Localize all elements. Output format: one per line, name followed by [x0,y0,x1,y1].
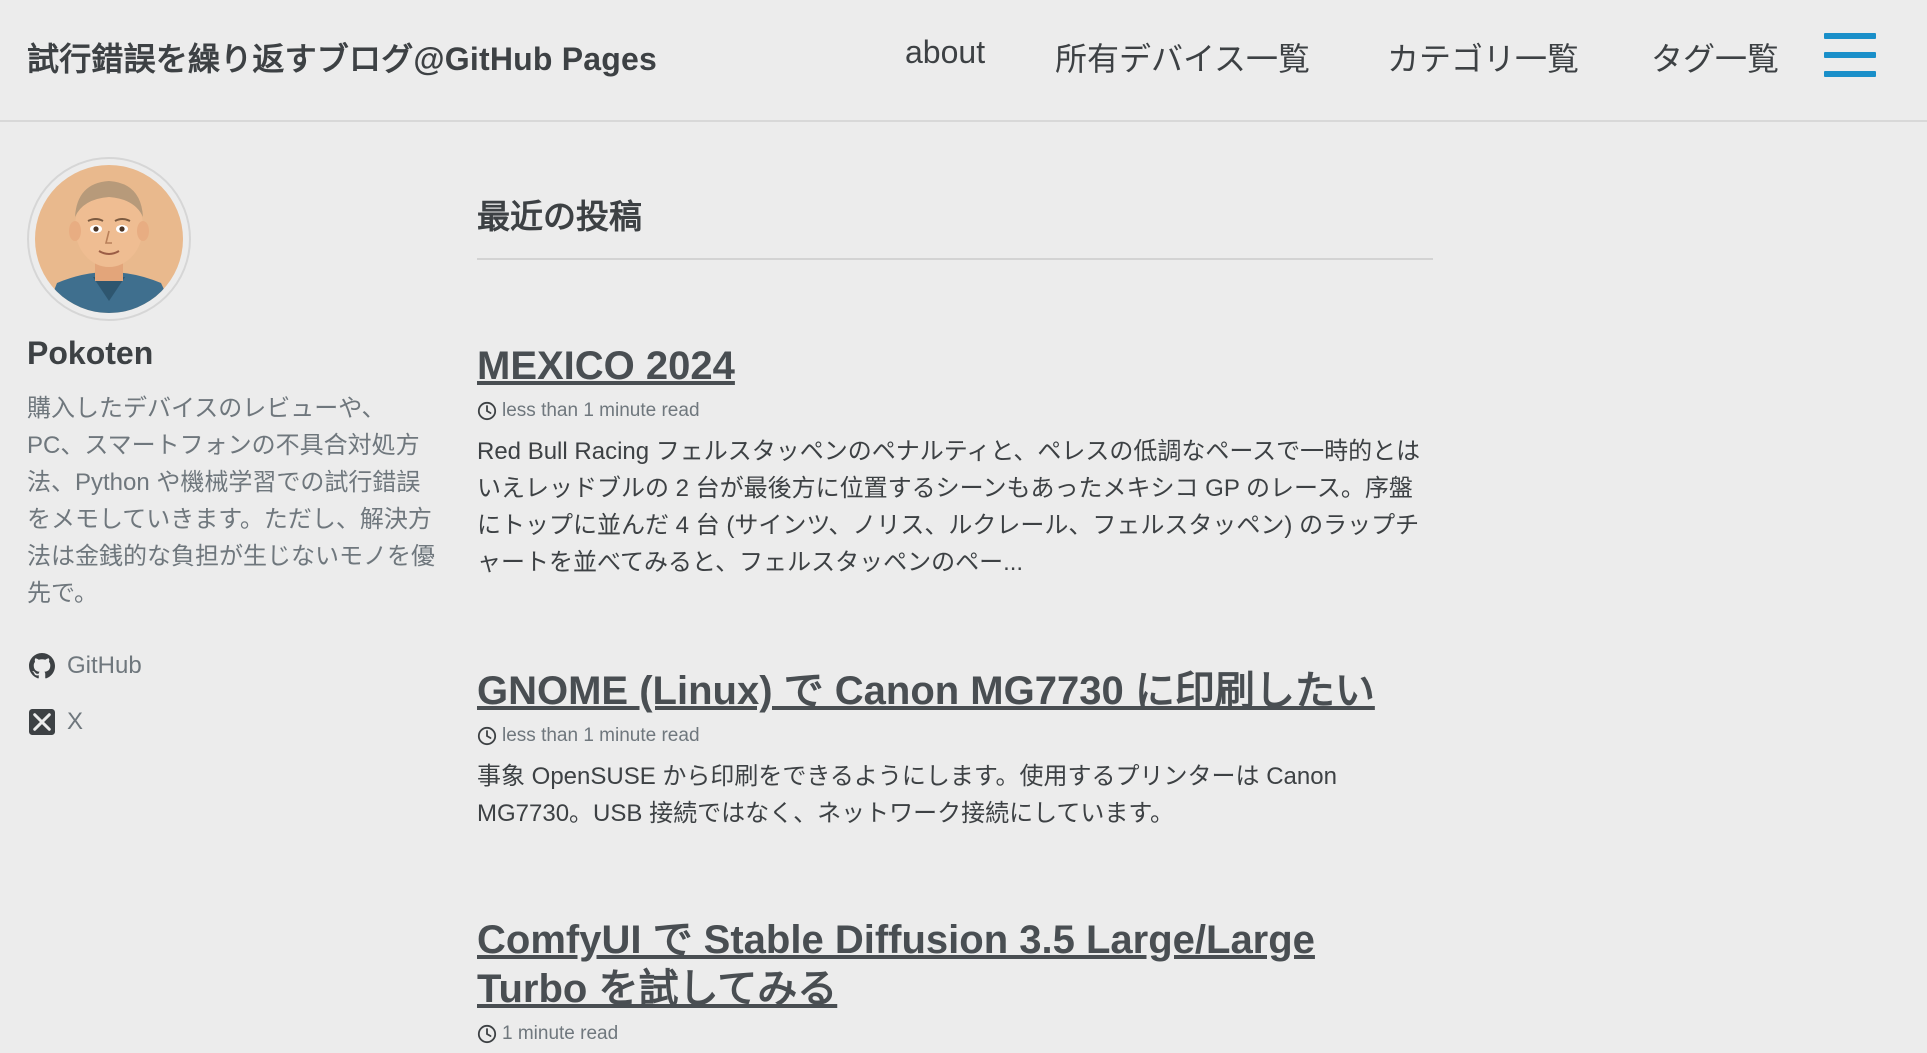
read-time: 1 minute read [502,1023,619,1044]
avatar-image [35,165,183,313]
nav-item-about[interactable]: about [905,34,985,71]
recent-posts: 最近の投稿 MEXICO 2024 less than 1 minute rea… [477,190,1433,1046]
clock-icon [477,401,497,421]
avatar [27,157,191,321]
x-label: X [67,708,84,735]
author-link-github[interactable]: GitHub [27,646,437,686]
post-excerpt: Red Bull Racing フェルスタッペンのペナルティと、ペレスの低調なペ… [477,438,1421,576]
author-name: Pokoten [27,335,154,371]
read-time: less than 1 minute read [502,725,700,746]
post-item: ComfyUI で Stable Diffusion 3.5 Large/Lar… [477,916,1433,1046]
author-sidebar: Pokoten 購入したデバイスのレビューや、PC、スマートフォンの不具合対処方… [27,157,437,758]
github-icon [29,653,55,679]
author-links: GitHub X [27,646,437,742]
post-item: MEXICO 2024 less than 1 minute read Red … [477,342,1433,581]
nav-item-categories[interactable]: カテゴリ一覧 [1387,34,1579,80]
post-excerpt: 事象 OpenSUSE から印刷をできるようにします。使用するプリンターは Ca… [477,763,1337,827]
post-meta: 1 minute read [477,1022,1433,1046]
clock-icon [477,726,497,746]
x-icon [29,709,55,735]
post-title-link[interactable]: GNOME (Linux) で Canon MG7730 に印刷したい [477,667,1433,716]
clock-icon [477,1024,497,1044]
post-item: GNOME (Linux) で Canon MG7730 に印刷したい less… [477,667,1433,832]
post-title-link[interactable]: MEXICO 2024 [477,342,1433,391]
archive-title: 最近の投稿 [477,190,1433,260]
nav-item-tags[interactable]: タグ一覧 [1651,34,1779,80]
site-title[interactable]: 試行錯誤を繰り返すブログ@GitHub Pages [27,34,657,80]
post-title-link[interactable]: ComfyUI で Stable Diffusion 3.5 Large/Lar… [477,916,1433,1014]
post-meta: less than 1 minute read [477,399,1433,423]
hamburger-icon[interactable] [1824,33,1876,77]
masthead: 試行錯誤を繰り返すブログ@GitHub Pages about 所有デバイス一覧… [0,0,1927,122]
github-label: GitHub [67,652,142,679]
nav-item-devices[interactable]: 所有デバイス一覧 [1055,34,1310,80]
read-time: less than 1 minute read [502,400,700,421]
post-meta: less than 1 minute read [477,724,1433,748]
author-bio: 購入したデバイスのレビューや、PC、スマートフォンの不具合対処方法、Python… [27,395,435,607]
author-link-x[interactable]: X [27,702,437,742]
